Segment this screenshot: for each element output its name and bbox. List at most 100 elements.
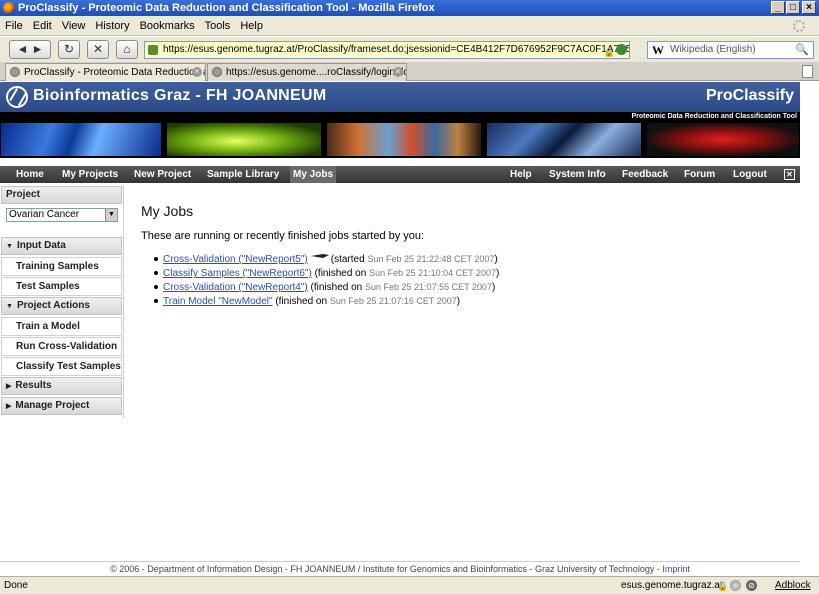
header-image-strip [0, 122, 800, 158]
home-button[interactable]: ⌂ [116, 40, 138, 59]
sidebar-section-project-actions[interactable]: ▼ Project Actions [1, 297, 122, 315]
job-link[interactable]: Train Model "NewModel" [163, 296, 273, 307]
search-input[interactable]: W Wikipedia (English) 🔍 [647, 41, 814, 59]
nav-home[interactable]: Home [16, 166, 44, 183]
site-banner: Bioinformatics Graz - FH JOANNEUM ProCla… [0, 82, 800, 112]
sidebar-section-manage-project[interactable]: ▶ Manage Project [1, 397, 122, 415]
green-flask-image [167, 123, 321, 156]
sidebar-item-classify-test-samples[interactable]: Classify Test Samples [1, 357, 122, 376]
window-title-bar: ProClassify - Proteomic Data Reduction a… [0, 0, 819, 16]
job-close: ) [496, 268, 500, 279]
reload-button[interactable]: ↻ [58, 40, 80, 59]
sidebar: Project Ovarian Cancer ▼ ▼ Input Data Tra… [0, 186, 124, 418]
go-icon[interactable] [616, 44, 627, 55]
tab-proclassify[interactable]: ProClassify - Proteomic Data Reduction a… [5, 63, 206, 81]
status-text: Done [4, 580, 28, 591]
wikipedia-icon[interactable]: W [652, 42, 664, 58]
close-window-button[interactable]: × [802, 1, 816, 14]
security-lock-icon[interactable]: 🔒 [717, 581, 728, 592]
search-placeholder: Wikipedia (English) [670, 44, 756, 55]
back-forward-button[interactable]: ◄ ► [9, 40, 51, 59]
job-date: Sun Feb 25 21:22:48 CET 2007 [367, 254, 495, 264]
job-list: Cross-Validation ("NewReport5") (started … [141, 252, 791, 308]
close-tab-icon[interactable]: × [393, 67, 403, 77]
sidebar-section-input-data[interactable]: ▼ Input Data [1, 237, 122, 255]
menu-history[interactable]: History [90, 16, 134, 36]
expanded-arrow-icon: ▼ [6, 243, 13, 250]
fiber-optics-image [1, 123, 161, 156]
collapsed-arrow-icon: ▶ [6, 403, 12, 410]
nav-my-projects[interactable]: My Projects [62, 166, 118, 183]
blocked-icon[interactable]: ⊘ [746, 580, 757, 591]
list-item: Train Model "NewModel" (finished on Sun … [154, 294, 791, 308]
menu-edit[interactable]: Edit [28, 16, 57, 36]
collapsed-arrow-icon: ▶ [6, 383, 12, 390]
fullscreen-icon[interactable]: ✕ [784, 169, 795, 180]
throbber-icon [793, 20, 805, 32]
nav-help[interactable]: Help [510, 166, 532, 183]
microchip-image [487, 123, 641, 156]
section-label: Results [15, 380, 52, 391]
running-indicator-icon [310, 254, 329, 258]
sidebar-project-header: Project [1, 186, 122, 204]
url-text: https://esus.genome.tugraz.at/ProClassif… [163, 44, 630, 55]
job-date: Sun Feb 25 21:10:04 CET 2007 [369, 268, 497, 278]
firefox-icon [3, 2, 15, 14]
sidebar-item-train-model[interactable]: Train a Model [1, 317, 122, 336]
tab-favicon [212, 67, 222, 77]
menu-bookmarks[interactable]: Bookmarks [135, 16, 200, 36]
job-status: (finished on [310, 282, 363, 293]
forward-arrow-icon[interactable]: ► [32, 42, 44, 56]
minimize-button[interactable]: _ [771, 1, 785, 14]
project-select[interactable]: Ovarian Cancer ▼ [6, 208, 118, 222]
protein-structure-image [647, 123, 799, 156]
tab-label: https://esus.genome....roClassify/login.… [226, 67, 407, 78]
job-link[interactable]: Classify Samples ("NewReport6") [163, 268, 312, 279]
search-icon[interactable]: 🔍 [795, 42, 809, 58]
nav-system-info[interactable]: System Info [549, 166, 606, 183]
sidebar-item-test-samples[interactable]: Test Samples [1, 277, 122, 296]
lock-icon[interactable]: 🔒 [604, 44, 615, 58]
nav-sample-library[interactable]: Sample Library [207, 166, 279, 183]
maximize-button[interactable]: □ [786, 1, 800, 14]
job-link[interactable]: Cross-Validation ("NewReport5") [163, 254, 308, 265]
menu-file[interactable]: File [0, 16, 28, 36]
new-tab-icon[interactable] [802, 65, 813, 78]
stop-button[interactable]: ✕ [87, 40, 109, 59]
navigation-toolbar: ◄ ► ↻ ✕ ⌂ https://esus.genome.tugraz.at/… [0, 37, 819, 62]
url-bar[interactable]: https://esus.genome.tugraz.at/ProClassif… [144, 41, 630, 59]
sidebar-section-results[interactable]: ▶ Results [1, 377, 122, 395]
product-subtitle: Proteomic Data Reduction and Classificat… [0, 112, 800, 122]
back-arrow-icon[interactable]: ◄ [16, 42, 28, 56]
window-title: ProClassify - Proteomic Data Reduction a… [18, 2, 435, 14]
menu-help[interactable]: Help [235, 16, 268, 36]
nav-new-project[interactable]: New Project [134, 166, 191, 183]
reload-icon: ↻ [63, 42, 75, 56]
job-date: Sun Feb 25 21:07:55 CET 2007 [365, 282, 492, 292]
sidebar-item-run-cross-validation[interactable]: Run Cross-Validation [1, 337, 122, 356]
section-label: Input Data [16, 240, 66, 251]
imprint-link[interactable]: Imprint [662, 564, 690, 574]
list-item: Cross-Validation ("NewReport5") (started … [154, 252, 791, 266]
nav-my-jobs[interactable]: My Jobs [290, 166, 337, 183]
connection-icon [730, 580, 741, 591]
close-tab-icon[interactable]: × [192, 67, 202, 77]
nav-logout[interactable]: Logout [733, 166, 767, 183]
nav-feedback[interactable]: Feedback [622, 166, 668, 183]
menu-view[interactable]: View [57, 16, 91, 36]
site-identity-icon[interactable] [148, 45, 158, 55]
page-right-margin [800, 82, 819, 576]
footer: © 2006 - Department of Information Desig… [0, 564, 800, 576]
tab-login[interactable]: https://esus.genome....roClassify/login.… [207, 63, 407, 81]
intro-text: These are running or recently finished j… [141, 230, 425, 242]
sidebar-item-training-samples[interactable]: Training Samples [1, 257, 122, 276]
menu-tools[interactable]: Tools [200, 16, 236, 36]
dropdown-arrow-icon[interactable]: ▼ [105, 209, 117, 221]
nav-forum[interactable]: Forum [684, 166, 715, 183]
job-link[interactable]: Cross-Validation ("NewReport4") [163, 282, 308, 293]
bioinformatics-logo-icon [6, 86, 28, 108]
stop-icon: ✕ [92, 42, 104, 56]
status-host: esus.genome.tugraz.at [621, 580, 723, 591]
expanded-arrow-icon: ▼ [6, 303, 13, 310]
adblock-link[interactable]: Adblock [775, 577, 811, 594]
